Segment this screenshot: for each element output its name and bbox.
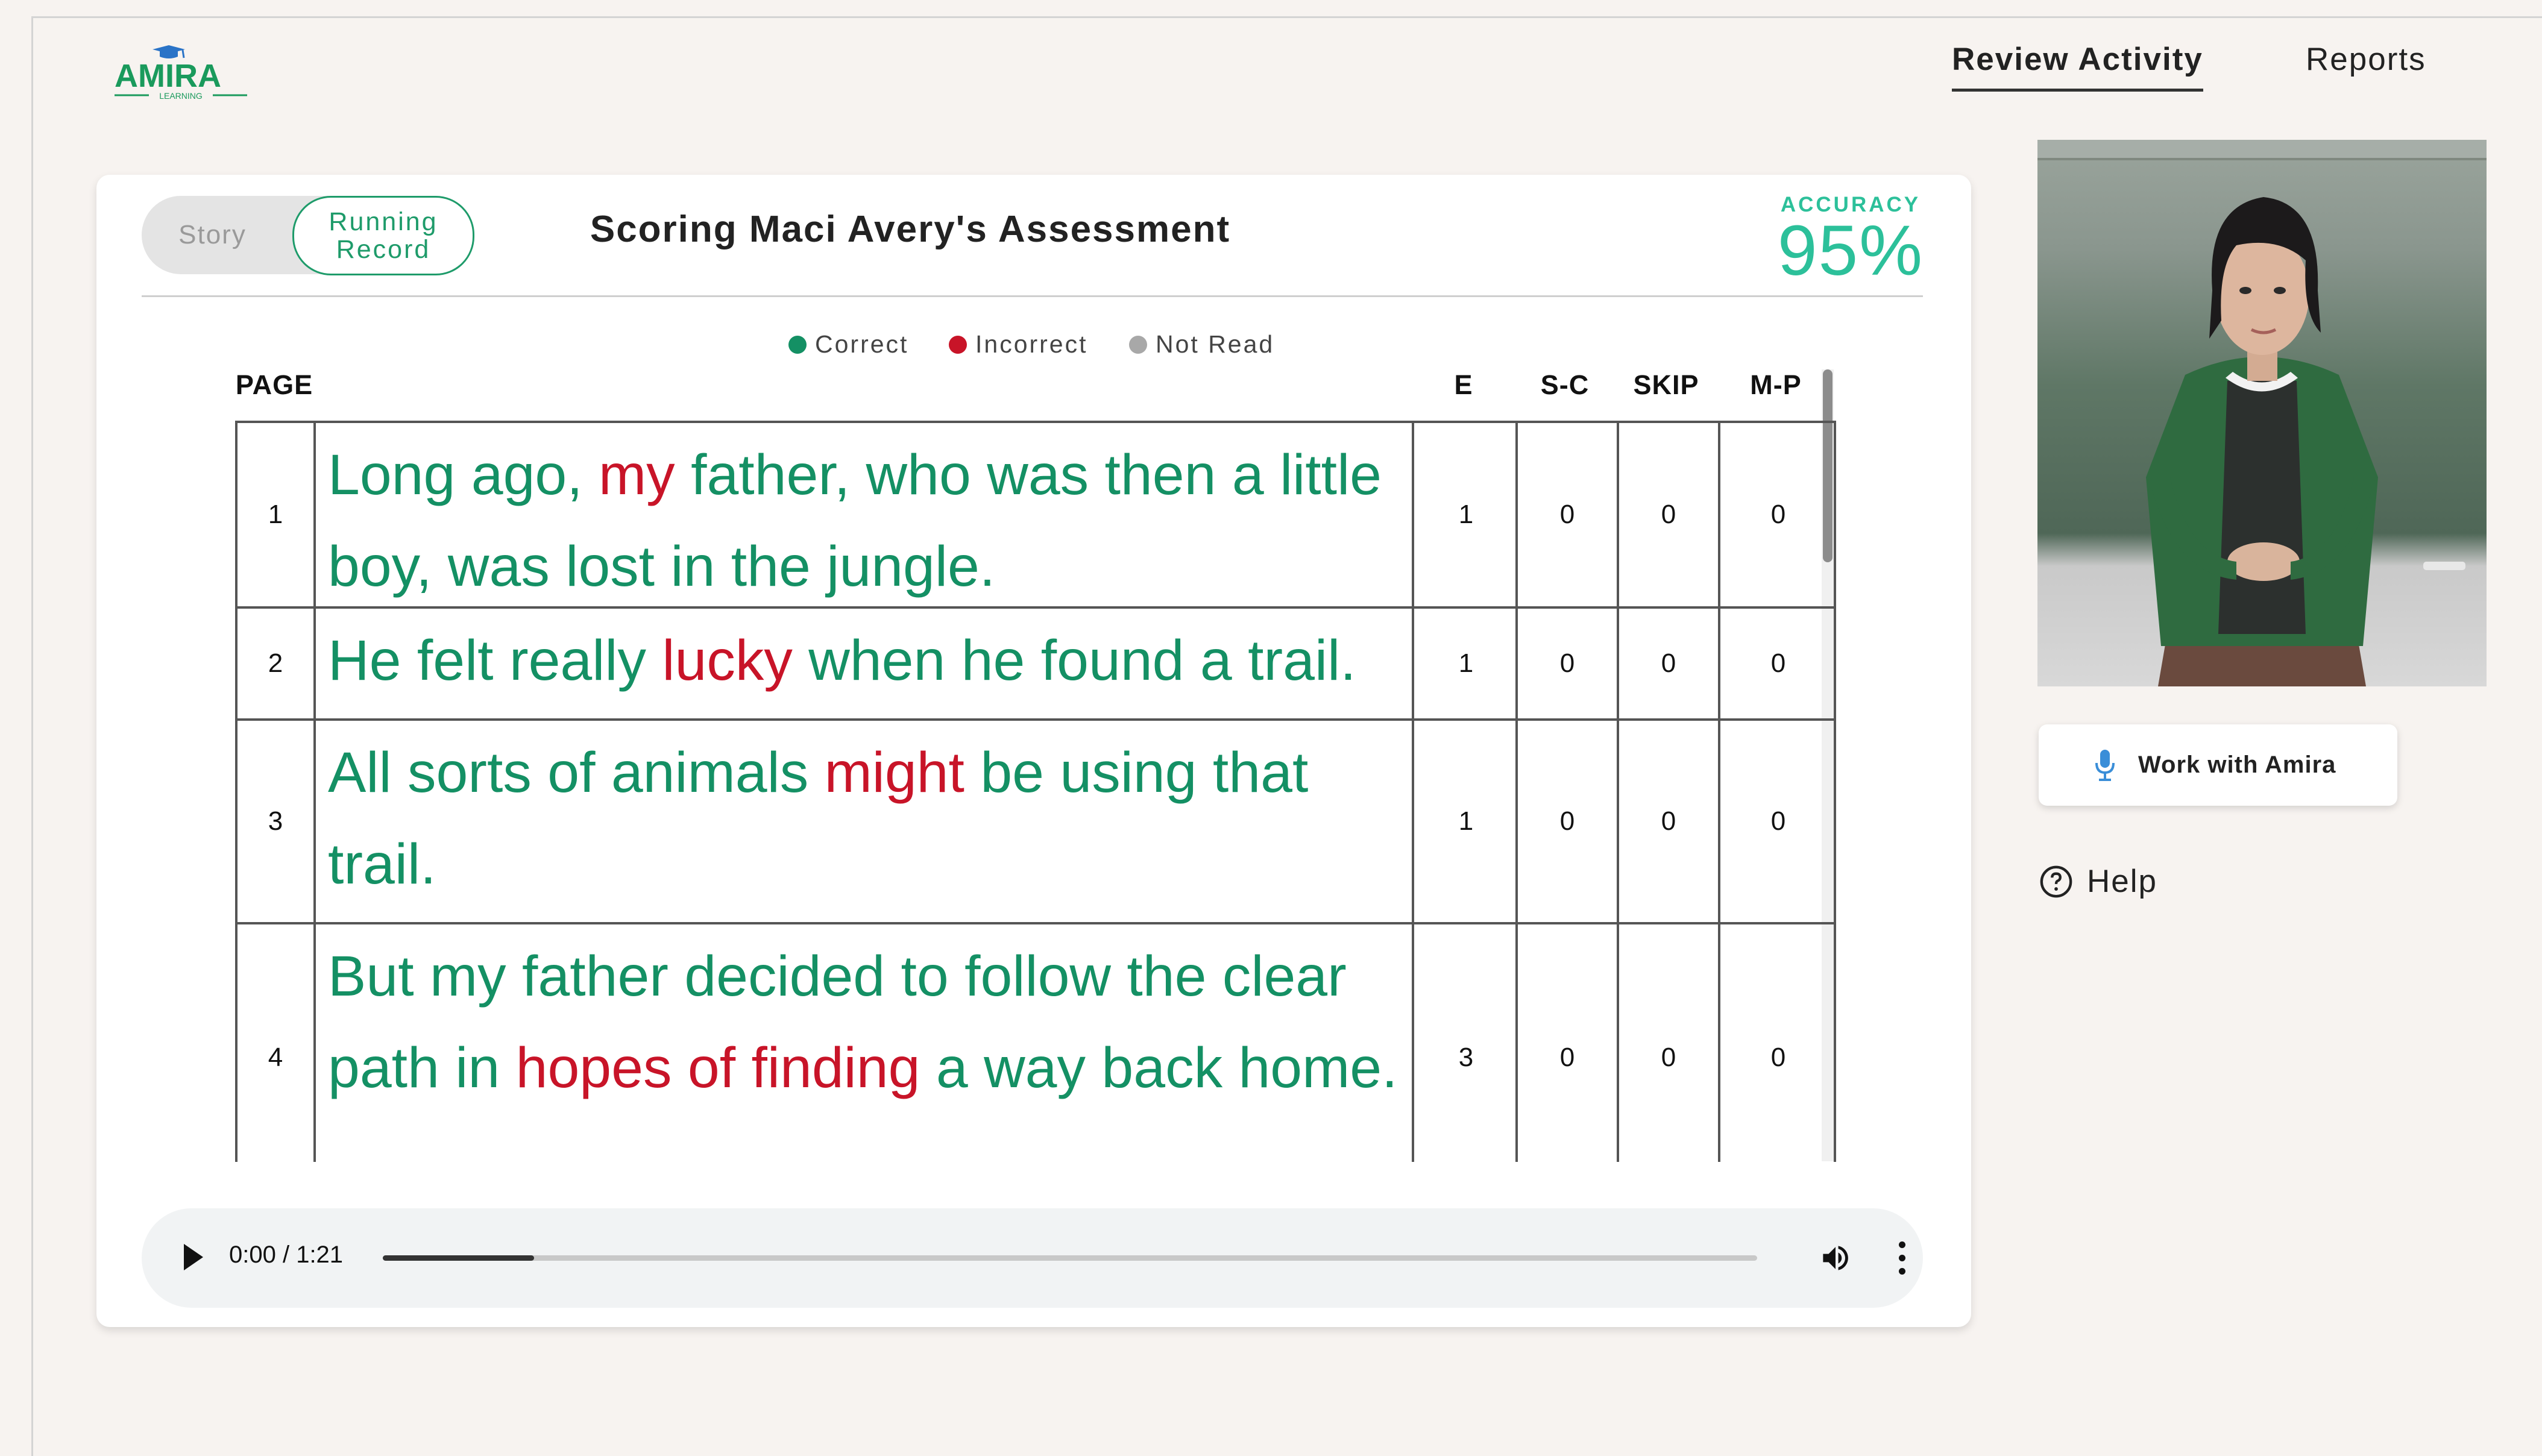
assessment-card: Story Running Record Scoring Maci Avery'… [96, 175, 1971, 1327]
legend-incorrect-label: Incorrect [975, 330, 1088, 358]
cell-page: 1 [238, 423, 316, 606]
cell-self-corrections: 0 [1518, 609, 1619, 718]
amira-logo-graphic: AMIRA LEARNING [115, 45, 247, 101]
column-header-e: E [1454, 369, 1473, 400]
audio-seek-bar[interactable] [383, 1255, 1757, 1261]
word-correct: when he found a trail. [792, 629, 1356, 692]
nav-review-activity[interactable]: Review Activity [1952, 41, 2203, 92]
word-correct: All sorts of animals [328, 741, 825, 805]
help-label: Help [2087, 864, 2158, 899]
window-top-border [31, 16, 2542, 18]
cell-page: 3 [238, 721, 316, 922]
legend-not-read-label: Not Read [1156, 330, 1275, 358]
legend-not-read: Not Read [1129, 330, 1274, 359]
cell-skips: 0 [1619, 924, 1720, 1162]
cell-errors: 1 [1417, 423, 1518, 606]
table-row[interactable]: 4 But my father decided to follow the cl… [235, 924, 1836, 1162]
volume-icon[interactable] [1817, 1241, 1854, 1275]
work-with-amira-button[interactable]: Work with Amira [2039, 724, 2397, 806]
cell-passage-text: But my father decided to follow the clea… [316, 924, 1414, 1162]
cell-sc-value: 0 [1559, 1043, 1575, 1072]
microphone-icon [2095, 749, 2115, 781]
cell-skips: 0 [1619, 423, 1720, 606]
word-correct: Long ago, [328, 443, 599, 507]
table-row[interactable]: 3 All sorts of animals might be using th… [235, 721, 1836, 924]
audio-time: 0:00 / 1:21 [229, 1241, 344, 1268]
header-divider [142, 295, 1923, 297]
running-record-table: 1 Long ago, my father, who was then a li… [235, 421, 1923, 1162]
cell-errors: 1 [1417, 609, 1518, 718]
cell-mispronunciations: 0 [1770, 648, 1786, 678]
running-record-line1: Running [329, 207, 438, 236]
svg-text:LEARNING: LEARNING [159, 91, 203, 101]
cell-page: 4 [238, 924, 316, 1162]
cell-passage-text: All sorts of animals might be using that… [316, 721, 1414, 922]
cell-passage-text: He felt really lucky when he found a tra… [316, 609, 1414, 718]
word-correct: He felt really [328, 629, 662, 692]
amira-logo[interactable]: AMIRA LEARNING [112, 43, 250, 104]
cell-skips: 0 [1619, 609, 1720, 718]
cell-errors-value: 3 [1458, 1043, 1474, 1072]
view-toggle[interactable]: Story Running Record [142, 196, 474, 275]
accuracy-value: 95% [1777, 211, 1924, 290]
running-record-line2: Record [336, 235, 431, 264]
word-incorrect[interactable]: my [599, 443, 675, 507]
amira-avatar-image [2037, 140, 2487, 686]
audio-progress-fill [383, 1255, 534, 1261]
cell-self-corrections: 0 [1518, 721, 1619, 922]
correct-dot-icon [788, 335, 807, 354]
work-with-amira-label: Work with Amira [2138, 752, 2336, 778]
more-vert-icon[interactable] [1896, 1241, 1908, 1275]
cell-skip-value: 0 [1661, 1043, 1676, 1072]
cell-self-corrections: 0 [1518, 423, 1619, 606]
table-row[interactable]: 2 He felt really lucky when he found a t… [235, 609, 1836, 721]
word-incorrect[interactable]: hopes of finding [516, 1036, 920, 1100]
cell-mp-value: 0 [1770, 1043, 1786, 1072]
column-header-sc: S-C [1540, 369, 1590, 400]
help-link[interactable]: Help [2039, 863, 2157, 900]
toggle-running-record[interactable]: Running Record [292, 196, 474, 275]
column-header-skip: SKIP [1633, 369, 1699, 400]
cell-mispronunciations: 0 [1770, 500, 1786, 529]
cell-mispronunciations: 0 [1720, 924, 1836, 1162]
svg-text:AMIRA: AMIRA [115, 58, 221, 94]
incorrect-dot-icon [949, 335, 967, 354]
window-left-border [31, 16, 33, 1456]
cell-page-value: 4 [268, 1043, 283, 1072]
toggle-story[interactable]: Story [142, 196, 283, 274]
cell-page: 2 [238, 609, 316, 718]
legend-correct-label: Correct [815, 330, 909, 358]
help-circle-icon [2040, 865, 2072, 897]
audio-player: 0:00 / 1:21 [142, 1208, 1923, 1308]
column-header-mp: M-P [1750, 369, 1802, 400]
nav-reports[interactable]: Reports [2306, 41, 2426, 78]
cell-skips: 0 [1619, 721, 1720, 922]
cell-errors: 1 [1417, 721, 1518, 922]
word-incorrect[interactable]: lucky [662, 629, 792, 692]
page-title: Scoring Maci Avery's Assessment [590, 209, 1231, 250]
cell-self-corrections: 0 [1518, 924, 1619, 1162]
running-record-label: Running Record [329, 208, 438, 263]
table-row[interactable]: 1 Long ago, my father, who was then a li… [235, 421, 1836, 609]
cell-passage-text: Long ago, my father, who was then a litt… [316, 423, 1414, 606]
legend-incorrect: Incorrect [949, 330, 1088, 359]
not-read-dot-icon [1129, 335, 1147, 354]
cell-mispronunciations: 0 [1770, 806, 1786, 836]
word-incorrect[interactable]: might [825, 741, 964, 805]
column-header-page: PAGE [235, 369, 313, 400]
cell-errors: 3 [1417, 924, 1518, 1162]
legend-correct: Correct [788, 330, 908, 359]
play-icon[interactable] [184, 1244, 203, 1270]
word-correct: a way back home. [920, 1036, 1398, 1100]
avatar-illustration [2037, 140, 2487, 686]
